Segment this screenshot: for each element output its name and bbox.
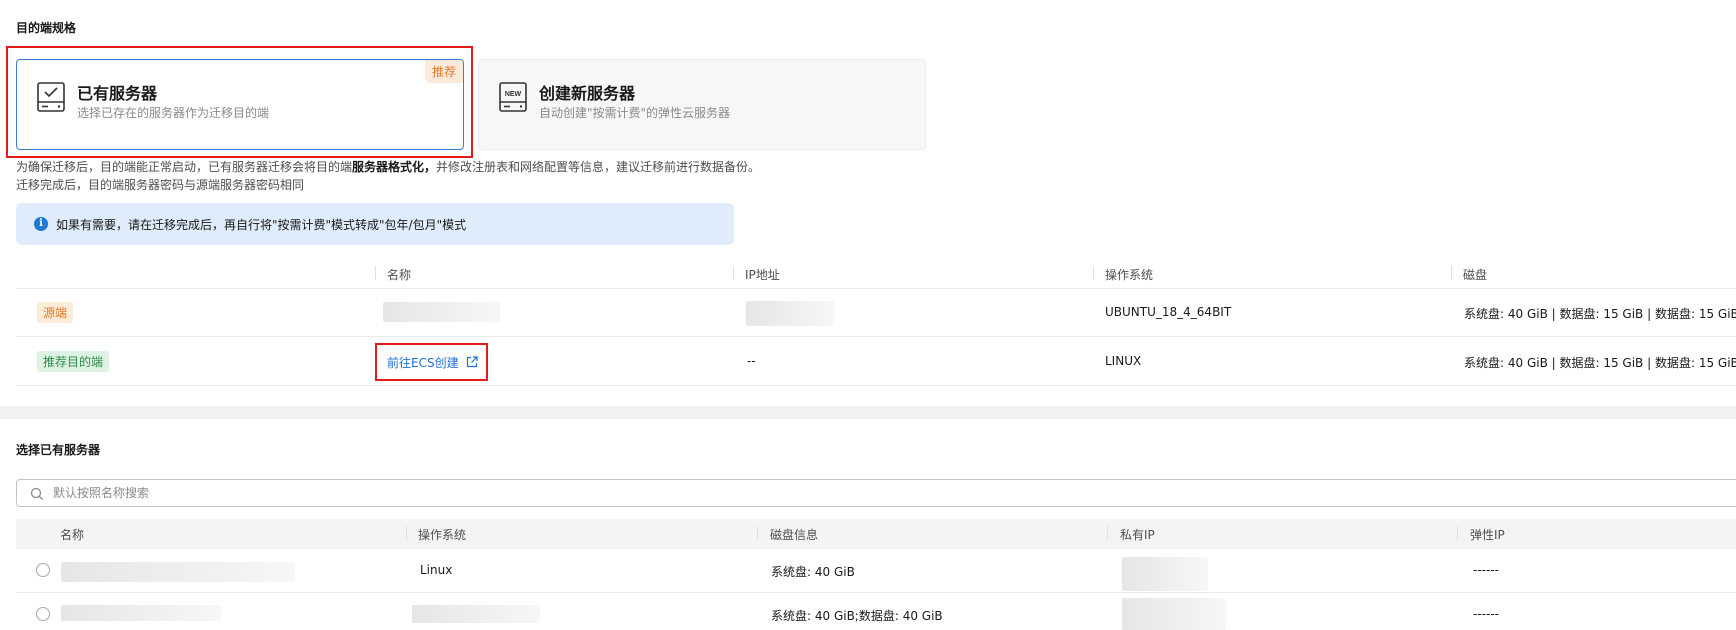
info-icon: i bbox=[34, 217, 48, 231]
search-input[interactable] bbox=[51, 485, 655, 501]
highlight-box-ecs-link bbox=[375, 343, 488, 381]
column-divider bbox=[1451, 266, 1452, 280]
section-separator bbox=[0, 406, 1736, 419]
table-divider bbox=[16, 592, 1736, 593]
redacted-server-os bbox=[412, 605, 540, 623]
new-server-card[interactable]: NEW 创建新服务器 自动创建"按需计费"的弹性云服务器 bbox=[478, 59, 926, 150]
server-new-icon: NEW bbox=[499, 82, 527, 112]
server-header-os: 操作系统 bbox=[418, 528, 467, 542]
server-header-private-ip: 私有IP bbox=[1120, 528, 1155, 542]
target-tag: 推荐目的端 bbox=[37, 351, 110, 372]
redacted-source-name bbox=[383, 302, 500, 322]
table-divider bbox=[16, 385, 1736, 386]
server-search-box[interactable] bbox=[16, 479, 1736, 507]
target-ip: -- bbox=[747, 354, 756, 368]
source-disk: 系统盘: 40 GiB | 数据盘: 15 GiB | 数据盘: 15 GiB … bbox=[1464, 307, 1736, 321]
new-icon-text: NEW bbox=[505, 91, 522, 98]
column-divider bbox=[733, 266, 734, 280]
format-warning-suffix: 并修改注册表和网络配置等信息，建议迁移前进行数据备份。 bbox=[436, 160, 761, 174]
format-warning-bold: 服务器格式化， bbox=[352, 160, 437, 174]
column-divider bbox=[1093, 266, 1094, 280]
redacted-source-ip bbox=[746, 301, 834, 326]
compare-header-name: 名称 bbox=[387, 268, 412, 282]
server-radio[interactable] bbox=[36, 563, 50, 577]
search-icon bbox=[30, 487, 43, 500]
target-os: LINUX bbox=[1105, 354, 1142, 368]
billing-info-text: 如果有需要，请在迁移完成后，再自行将"按需计费"模式转成"包年/包月"模式 bbox=[56, 218, 467, 232]
server-header-disk: 磁盘信息 bbox=[770, 528, 819, 542]
column-divider bbox=[757, 526, 758, 540]
format-warning-prefix: 为确保迁移后，目的端能正常启动，已有服务器迁移会将目的端 bbox=[16, 160, 353, 174]
column-divider bbox=[1107, 526, 1108, 540]
new-card-desc: 自动创建"按需计费"的弹性云服务器 bbox=[539, 106, 731, 120]
column-divider bbox=[1457, 526, 1458, 540]
table-divider bbox=[16, 336, 1736, 337]
target-spec-title: 目的端规格 bbox=[16, 21, 77, 35]
billing-info-bar: i 如果有需要，请在迁移完成后，再自行将"按需计费"模式转成"包年/包月"模式 bbox=[16, 203, 734, 245]
compare-header-ip: IP地址 bbox=[745, 268, 780, 282]
source-tag: 源端 bbox=[37, 302, 74, 323]
password-notice: 迁移完成后，目的端服务器密码与源端服务器密码相同 bbox=[16, 178, 305, 192]
new-card-title: 创建新服务器 bbox=[539, 84, 636, 103]
redacted-private-ip bbox=[1122, 557, 1208, 591]
table-divider bbox=[16, 288, 1736, 289]
highlight-box-existing-card bbox=[6, 46, 473, 158]
format-warning: 为确保迁移后，目的端能正常启动，已有服务器迁移会将目的端服务器格式化，并修改注册… bbox=[16, 159, 760, 176]
server-disk: 系统盘: 40 GiB;数据盘: 40 GiB bbox=[771, 609, 943, 623]
server-disk: 系统盘: 40 GiB bbox=[771, 565, 855, 579]
redacted-server-name bbox=[61, 562, 295, 582]
source-os: UBUNTU_18_4_64BIT bbox=[1105, 305, 1232, 319]
column-divider bbox=[406, 526, 407, 540]
server-header-eip: 弹性IP bbox=[1470, 528, 1505, 542]
server-radio[interactable] bbox=[36, 607, 50, 621]
select-server-title: 选择已有服务器 bbox=[16, 443, 101, 457]
compare-header-os: 操作系统 bbox=[1105, 268, 1154, 282]
redacted-server-name bbox=[61, 605, 221, 621]
server-header-name: 名称 bbox=[60, 528, 85, 542]
target-disk: 系统盘: 40 GiB | 数据盘: 15 GiB | 数据盘: 15 GiB … bbox=[1464, 356, 1736, 370]
compare-header-disk: 磁盘 bbox=[1463, 268, 1488, 282]
server-os: Linux bbox=[420, 563, 453, 577]
column-divider bbox=[375, 266, 376, 280]
server-eip: ------ bbox=[1473, 607, 1499, 621]
server-eip: ------ bbox=[1473, 563, 1499, 577]
redacted-private-ip bbox=[1122, 598, 1226, 630]
